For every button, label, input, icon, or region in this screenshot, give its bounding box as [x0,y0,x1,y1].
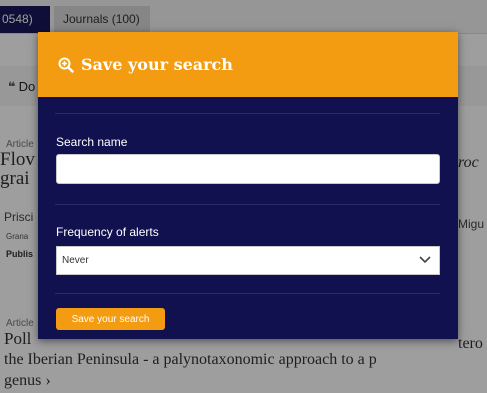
chevron-down-icon [419,256,431,264]
modal-title-text: Save your search [81,55,233,74]
modal-header: Save your search [38,32,458,97]
zoom-in-icon [58,57,74,73]
search-name-label: Search name [56,135,128,149]
frequency-label: Frequency of alerts [56,225,159,239]
modal-title: Save your search [58,55,233,74]
save-search-button[interactable]: Save your search [56,308,165,330]
save-search-modal: Save your search Search name Frequency o… [38,32,458,339]
search-name-input[interactable] [56,154,440,184]
divider [55,204,440,205]
frequency-selected-value: Never [62,255,89,266]
divider [55,113,440,114]
frequency-select[interactable]: Never [56,246,440,275]
divider [55,293,440,294]
